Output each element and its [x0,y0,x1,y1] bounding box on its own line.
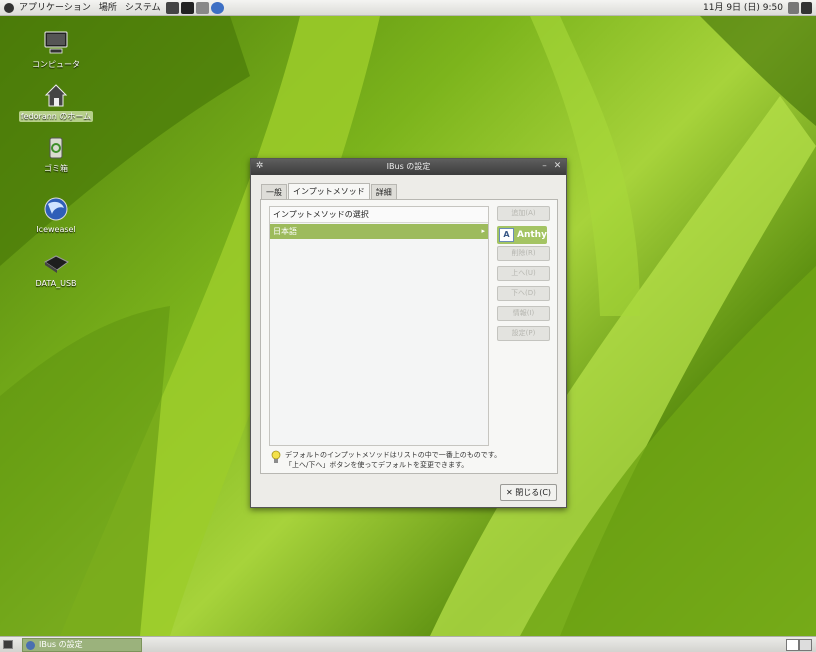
input-method-list-header: インプットメソッドの選択 [270,207,488,223]
input-method-selector[interactable]: 日本語 ▸ [270,224,488,239]
tab-general[interactable]: 一般 [261,184,287,199]
ibus-settings-dialog: ✲ IBus の設定 – ✕ 一般 インプットメソッド 詳細 インプットメソッド… [250,158,567,508]
desktop-icon-computer[interactable]: コンピュータ [18,30,94,70]
dialog-titlebar[interactable]: ✲ IBus の設定 – ✕ [251,159,566,175]
taskbar-label: IBus の設定 [39,640,83,649]
add-button[interactable]: 追加(A) [497,206,550,221]
move-down-button[interactable]: 下へ(D) [497,286,550,301]
close-button[interactable]: ✕ 閉じる(C) [500,484,557,501]
usb-drive-icon [44,255,69,273]
move-up-button[interactable]: 上へ(U) [497,266,550,281]
home-folder-icon [44,84,68,107]
anthy-engine-icon: A [499,228,514,242]
menu-applications[interactable]: アプリケーション [15,0,95,16]
input-method-list[interactable]: インプットメソッドの選択 日本語 ▸ [269,206,489,446]
preferences-button[interactable]: 設定(P) [497,326,550,341]
terminal-launcher-icon[interactable] [165,1,179,14]
bottom-panel: IBus の設定 [0,636,816,652]
menu-places[interactable]: 場所 [95,0,121,16]
desktop-icon-label: コンピュータ [32,60,80,69]
default-method-hint: デフォルトのインプットメソッドはリストの中で一番上のものです。 「上へ/下へ」ボ… [271,450,551,470]
menu-system[interactable]: システム [121,0,165,16]
network-icon[interactable] [788,1,799,14]
desktop-icon-label: Iceweasel [36,225,76,234]
workspace-2[interactable] [799,639,812,651]
close-button-label: 閉じる(C) [515,488,552,497]
anthy-engine-label: Anthy [517,230,547,240]
desktop-icon-iceweasel[interactable]: Iceweasel [18,196,94,234]
desktop-icon-label: fedorann のホーム [18,111,94,122]
hint-line-1: デフォルトのインプットメソッドはリストの中で一番上のものです。 [285,451,502,459]
battery-icon[interactable] [801,1,812,14]
desktop-icon-label: ゴミ箱 [44,164,68,173]
dialog-title: IBus の設定 [386,162,431,171]
anthy-engine-popup[interactable]: A Anthy [497,226,547,244]
minimize-button[interactable]: – [539,161,550,172]
ibus-task-icon [26,641,35,650]
iceweasel-browser-icon [44,197,68,221]
workspace-switcher[interactable] [786,639,812,651]
file-manager-launcher-icon[interactable] [180,1,194,14]
desktop-icon-home[interactable]: fedorann のホーム [18,82,94,122]
clock[interactable]: 11月 9日 (日) 9:50 [699,0,787,16]
close-icon: ✕ [505,488,513,497]
main-menu-foot-icon[interactable] [4,2,14,13]
taskbar-button-ibus[interactable]: IBus の設定 [22,638,142,652]
tab-advanced[interactable]: 詳細 [370,184,397,199]
top-panel: アプリケーション 場所 システム 11月 9日 (日) 9:50 [0,0,816,16]
browser-launcher-icon[interactable] [210,1,224,14]
desktop-icon-trash[interactable]: ゴミ箱 [18,134,94,174]
desktop-icon-label: DATA_USB [35,279,77,288]
show-desktop-button[interactable] [3,640,13,649]
home-launcher-icon[interactable] [195,1,209,14]
workspace-1[interactable] [786,639,799,651]
input-method-panel: インプットメソッドの選択 日本語 ▸ A Anthy 追加(A) 削除(R) 上… [260,199,558,474]
selected-language: 日本語 [273,227,297,236]
computer-icon [44,31,68,54]
info-button[interactable]: 情報(I) [497,306,550,321]
remove-button[interactable]: 削除(R) [497,246,550,261]
chevron-right-icon: ▸ [481,227,485,235]
window-menu-gear-icon[interactable]: ✲ [254,161,265,172]
tab-bar: 一般 インプットメソッド 詳細 [261,183,398,199]
hint-line-2: 「上へ/下へ」ボタンを使ってデフォルトを変更できます。 [285,461,469,469]
tab-input-method[interactable]: インプットメソッド [288,183,370,199]
close-window-button[interactable]: ✕ [552,161,563,172]
trash-icon [49,137,63,159]
desktop-icon-usb[interactable]: DATA_USB [18,250,94,288]
lightbulb-icon [271,450,281,463]
